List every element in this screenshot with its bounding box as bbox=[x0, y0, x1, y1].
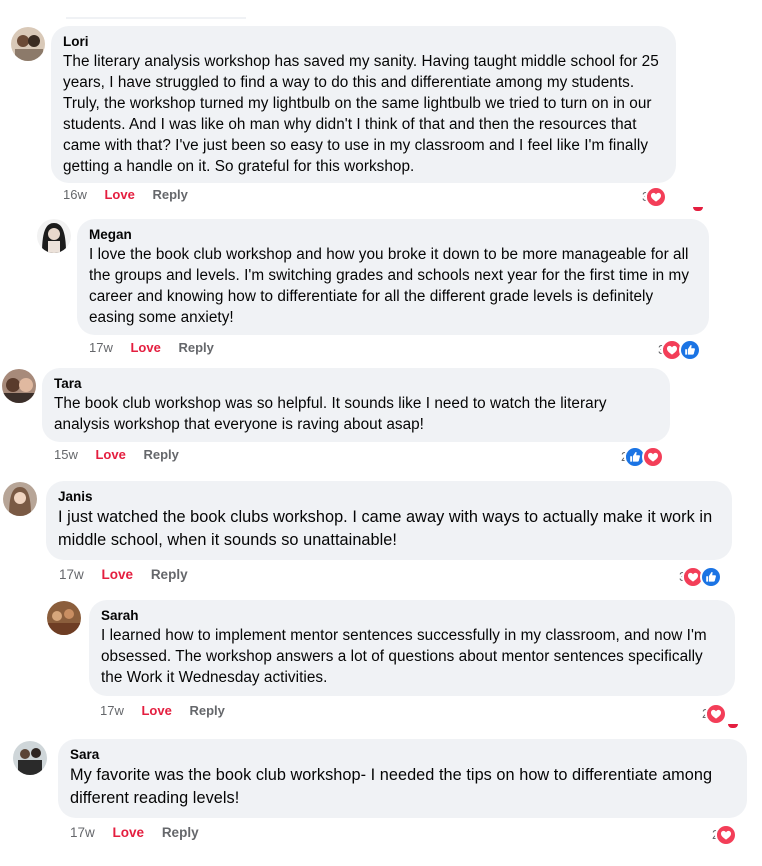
reply-button[interactable]: Reply bbox=[151, 567, 188, 582]
reaction-edge bbox=[693, 207, 703, 211]
reply-button[interactable]: Reply bbox=[189, 703, 224, 718]
comment-actions: 17w Love Reply bbox=[100, 703, 239, 719]
reply-button[interactable]: Reply bbox=[178, 340, 213, 355]
comment-author[interactable]: Tara bbox=[54, 375, 658, 393]
comment-bubble: Sarah I learned how to implement mentor … bbox=[89, 600, 735, 696]
reaction-summary[interactable]: 3 bbox=[658, 339, 702, 361]
comment-text: The literary analysis workshop has saved… bbox=[63, 53, 659, 175]
comment-actions: 17w Love Reply bbox=[59, 567, 202, 583]
comment-time[interactable]: 16w bbox=[63, 187, 87, 202]
avatar[interactable] bbox=[47, 601, 81, 635]
comment-bubble: Janis I just watched the book clubs work… bbox=[46, 481, 732, 560]
reaction-summary[interactable]: 2 bbox=[712, 824, 738, 846]
comment-author[interactable]: Sarah bbox=[101, 607, 723, 625]
divider-line bbox=[66, 17, 246, 19]
comment-text: I learned how to implement mentor senten… bbox=[101, 627, 707, 686]
love-button[interactable]: Love bbox=[95, 447, 125, 462]
comment-time[interactable]: 17w bbox=[100, 703, 124, 718]
comment-author[interactable]: Megan bbox=[89, 226, 697, 244]
avatar[interactable] bbox=[13, 741, 47, 775]
comment-author[interactable]: Lori bbox=[63, 33, 664, 51]
comment-author[interactable]: Sara bbox=[70, 746, 735, 764]
love-icon bbox=[705, 703, 728, 725]
comment-author[interactable]: Janis bbox=[58, 488, 720, 506]
comment-actions: 15w Love Reply bbox=[54, 447, 193, 463]
comment-bubble: Sara My favorite was the book club works… bbox=[58, 739, 747, 818]
reaction-summary[interactable]: 2 bbox=[702, 703, 728, 725]
reply-button[interactable]: Reply bbox=[152, 187, 187, 202]
comment-actions: 17w Love Reply bbox=[89, 340, 228, 356]
comment-time[interactable]: 15w bbox=[54, 447, 78, 462]
reply-button[interactable]: Reply bbox=[162, 825, 199, 840]
comment-time[interactable]: 17w bbox=[89, 340, 113, 355]
love-icon bbox=[715, 824, 738, 846]
comment-text: I just watched the book clubs workshop. … bbox=[58, 508, 713, 549]
comment-text: I love the book club workshop and how yo… bbox=[89, 246, 690, 326]
comment-bubble: Megan I love the book club workshop and … bbox=[77, 219, 709, 335]
comment-time[interactable]: 17w bbox=[70, 825, 95, 840]
avatar[interactable] bbox=[37, 219, 71, 253]
avatar[interactable] bbox=[2, 369, 36, 403]
comment-text: My favorite was the book club workshop- … bbox=[70, 766, 713, 807]
love-icon bbox=[645, 186, 668, 208]
love-button[interactable]: Love bbox=[104, 187, 134, 202]
reaction-summary[interactable]: 2 bbox=[621, 446, 665, 468]
reaction-summary[interactable]: 3 bbox=[642, 186, 668, 208]
like-icon bbox=[700, 566, 723, 588]
avatar[interactable] bbox=[11, 27, 45, 61]
comment-bubble: Lori The literary analysis workshop has … bbox=[51, 26, 676, 183]
reaction-summary[interactable]: 3 bbox=[679, 566, 723, 588]
love-button[interactable]: Love bbox=[130, 340, 160, 355]
love-button[interactable]: Love bbox=[141, 703, 171, 718]
love-button[interactable]: Love bbox=[113, 825, 145, 840]
reaction-edge bbox=[728, 724, 738, 728]
comment-time[interactable]: 17w bbox=[59, 567, 84, 582]
love-icon bbox=[642, 446, 665, 468]
comment-text: The book club workshop was so helpful. I… bbox=[54, 395, 607, 433]
comment-bubble: Tara The book club workshop was so helpf… bbox=[42, 368, 670, 442]
comment-actions: 17w Love Reply bbox=[70, 825, 213, 841]
like-icon bbox=[679, 339, 702, 361]
reply-button[interactable]: Reply bbox=[143, 447, 178, 462]
avatar[interactable] bbox=[3, 482, 37, 516]
love-button[interactable]: Love bbox=[102, 567, 134, 582]
comment-actions: 16w Love Reply bbox=[63, 187, 202, 203]
